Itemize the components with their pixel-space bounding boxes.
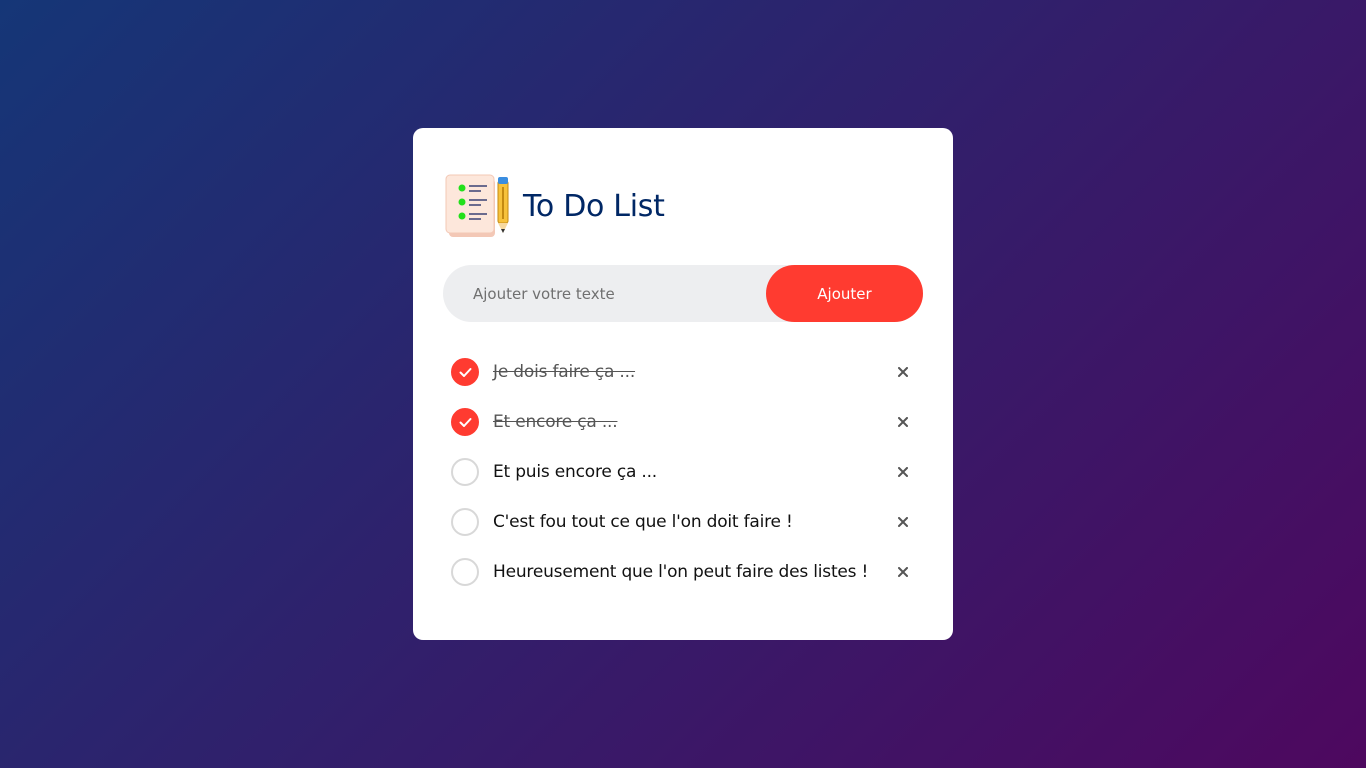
task-input[interactable]: [443, 265, 766, 322]
task-checkbox[interactable]: [451, 358, 479, 386]
delete-task-icon[interactable]: [893, 462, 913, 482]
task-item[interactable]: Heureusement que l'on peut faire des lis…: [443, 547, 923, 597]
page-title: To Do List: [523, 188, 665, 224]
app-header: To Do List: [443, 171, 923, 241]
task-text: Et encore ça ...: [493, 412, 618, 432]
delete-task-icon[interactable]: [893, 362, 913, 382]
delete-task-icon[interactable]: [893, 412, 913, 432]
delete-task-icon[interactable]: [893, 562, 913, 582]
notepad-pencil-icon: [443, 171, 513, 241]
task-text: C'est fou tout ce que l'on doit faire !: [493, 512, 793, 532]
add-task-row: Ajouter: [443, 265, 923, 322]
task-item[interactable]: Et puis encore ça ...: [443, 447, 923, 497]
task-checkbox[interactable]: [451, 408, 479, 436]
task-checkbox[interactable]: [451, 558, 479, 586]
task-checkbox[interactable]: [451, 458, 479, 486]
todo-card: To Do List Ajouter Je dois faire ça ... …: [413, 128, 953, 640]
task-item[interactable]: C'est fou tout ce que l'on doit faire !: [443, 497, 923, 547]
check-icon: [459, 418, 472, 427]
task-text: Et puis encore ça ...: [493, 462, 657, 482]
task-checkbox[interactable]: [451, 508, 479, 536]
check-icon: [459, 368, 472, 377]
task-item[interactable]: Et encore ça ...: [443, 397, 923, 447]
task-text: Je dois faire ça ...: [493, 362, 636, 382]
add-button[interactable]: Ajouter: [766, 265, 923, 322]
delete-task-icon[interactable]: [893, 512, 913, 532]
task-item[interactable]: Je dois faire ça ...: [443, 347, 923, 397]
task-list: Je dois faire ça ... Et encore ça ... Et…: [443, 347, 923, 597]
task-text: Heureusement que l'on peut faire des lis…: [493, 562, 869, 582]
